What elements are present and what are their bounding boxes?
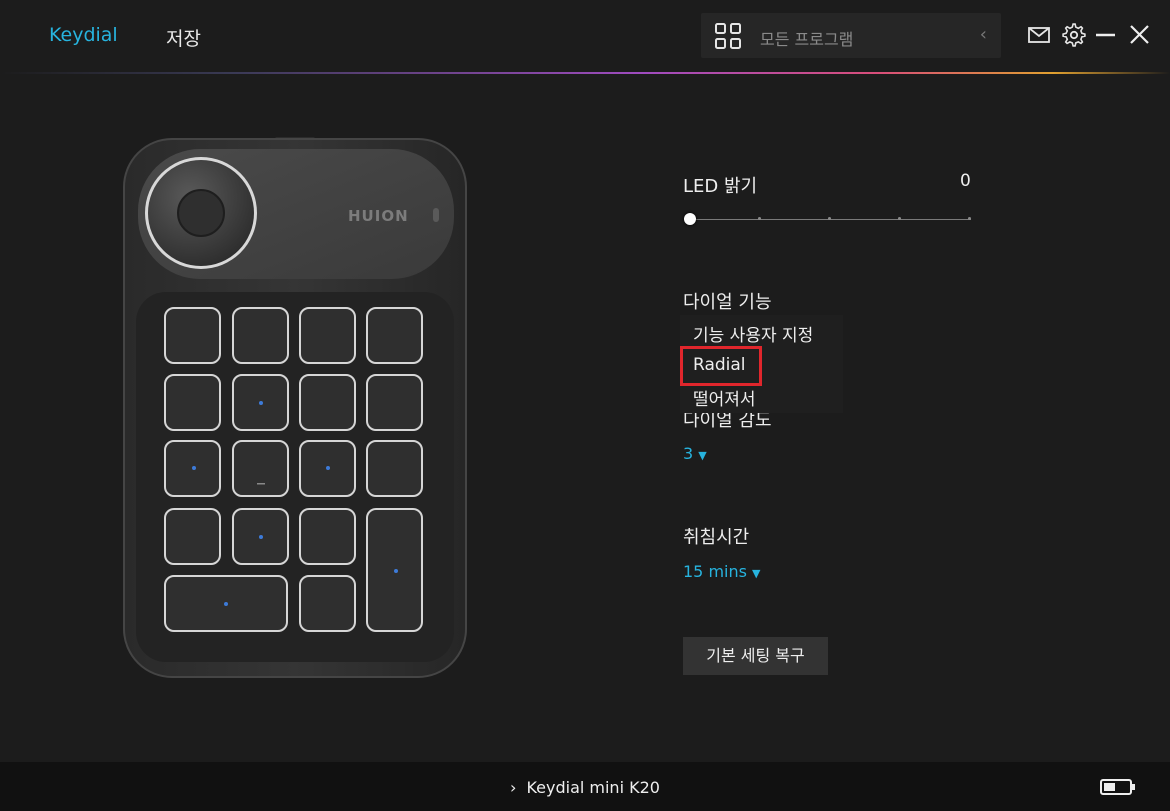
caret-down-icon: ▼ — [698, 449, 707, 462]
tab-save[interactable]: 저장 — [166, 24, 201, 51]
dial-sensitivity-dropdown[interactable]: 3 ▼ — [683, 444, 707, 463]
tab-keydial[interactable]: Keydial — [49, 24, 118, 46]
slider-tick — [968, 217, 971, 220]
battery-icon — [1100, 779, 1135, 795]
footer-bar: › Keydial mini K20 — [0, 762, 1170, 811]
device-selector[interactable]: › Keydial mini K20 — [0, 778, 1170, 797]
chevron-left-icon[interactable]: ‹ — [980, 24, 987, 45]
slider-tick — [758, 217, 761, 220]
sleep-time-dropdown[interactable]: 15 mins ▼ — [683, 562, 761, 581]
top-bar: Keydial 저장 모든 프로그램 ‹ — [0, 0, 1170, 72]
dial-sensitivity-value: 3 — [683, 444, 694, 463]
mail-icon[interactable] — [1026, 22, 1052, 48]
program-selector[interactable]: 모든 프로그램 ‹ — [701, 13, 1001, 58]
grid-icon — [715, 23, 741, 49]
header-accent-line — [0, 72, 1170, 74]
slider-tick — [828, 217, 831, 220]
device-name: Keydial mini K20 — [526, 778, 660, 797]
svg-text:HUION: HUION — [348, 207, 409, 225]
highlight-box — [680, 346, 762, 386]
chevron-right-icon: › — [510, 778, 517, 797]
gear-icon[interactable] — [1061, 22, 1087, 48]
slider-tick — [898, 217, 901, 220]
close-icon[interactable] — [1127, 22, 1153, 48]
slider-knob[interactable] — [684, 213, 696, 225]
program-selector-label: 모든 프로그램 — [760, 30, 854, 49]
led-brightness-label: LED 밝기 — [683, 176, 758, 197]
sleep-time-label: 취침시간 — [683, 527, 750, 548]
minimize-icon[interactable] — [1093, 22, 1119, 48]
sleep-time-value: 15 mins — [683, 562, 747, 581]
device-illustration: HUION — [123, 137, 467, 678]
caret-down-icon: ▼ — [752, 567, 761, 580]
menu-item-custom[interactable]: 기능 사용자 지정 — [693, 321, 813, 346]
led-brightness-value: 0 — [960, 171, 971, 191]
dial-function-label: 다이얼 기능 — [683, 292, 772, 313]
reset-defaults-button[interactable]: 기본 세팅 복구 — [683, 637, 828, 675]
menu-item-off[interactable]: 떨어져서 — [693, 385, 756, 410]
